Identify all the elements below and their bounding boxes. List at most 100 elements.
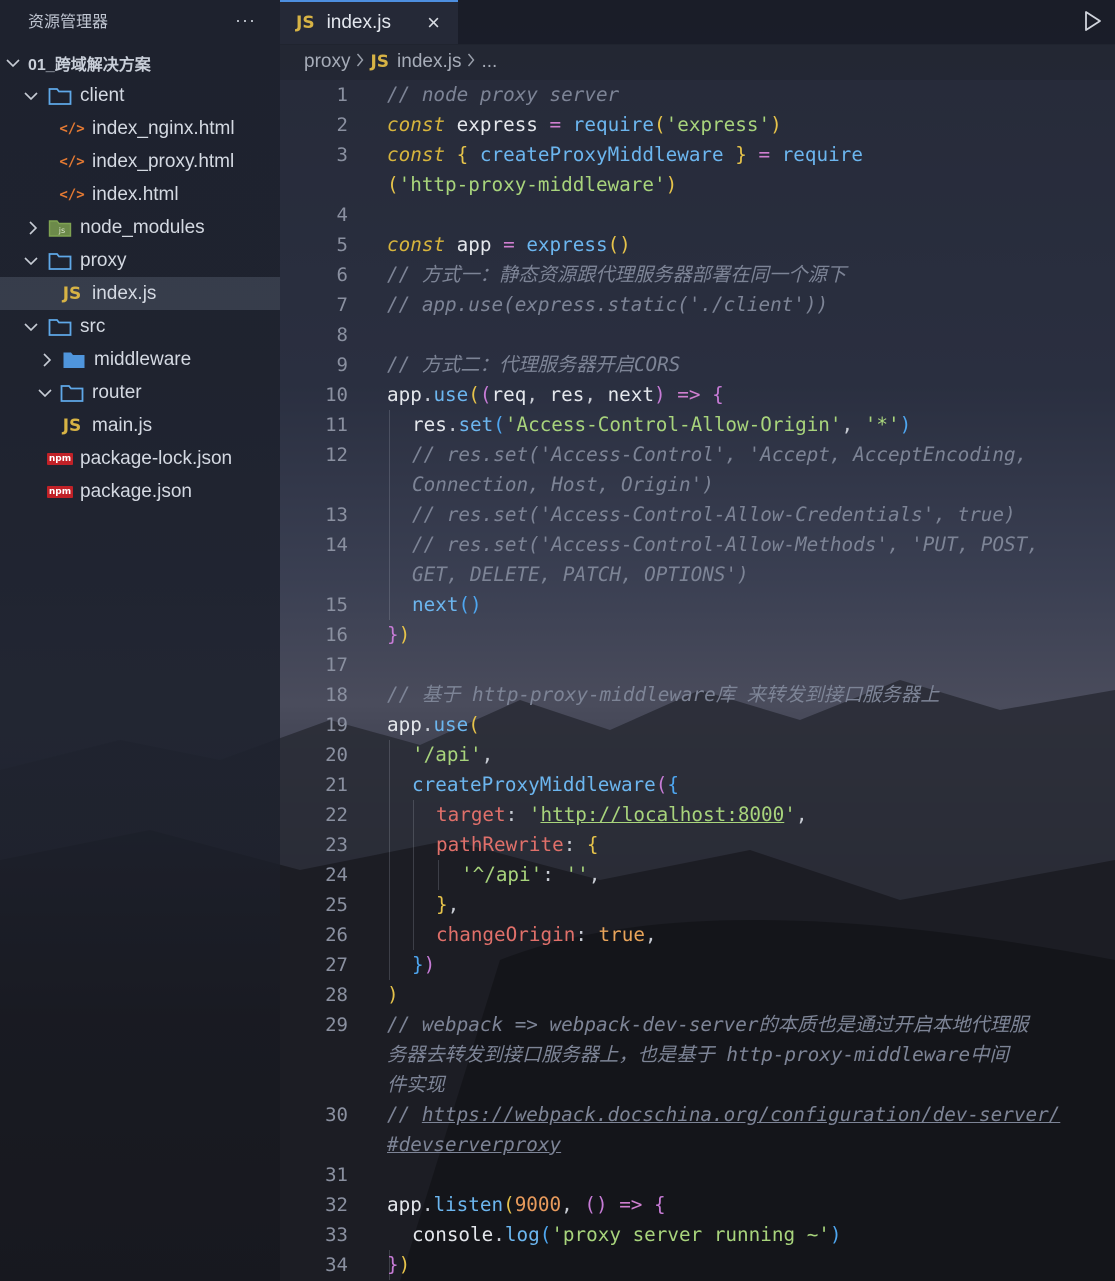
node-modules-folder-icon: js [48, 217, 72, 239]
tree-folder-node-modules[interactable]: js node_modules [0, 211, 280, 244]
code-line-wrap: #devserverproxy [387, 1130, 561, 1160]
code-line: const express = require('express') [387, 113, 782, 136]
tree-folder-src[interactable]: src [0, 310, 280, 343]
run-icon[interactable] [1083, 9, 1103, 38]
line-number: 21 [325, 774, 348, 796]
line-number: 26 [325, 924, 348, 946]
folder-open-icon [48, 316, 72, 338]
code-line: res.set('Access-Control-Allow-Origin', '… [412, 413, 912, 436]
line-number: 29 [325, 1014, 348, 1036]
code-line: }) [387, 623, 411, 646]
close-icon[interactable]: × [427, 10, 440, 36]
code-editor[interactable]: 1 2 3 4 5 6 7 8 9 10 11 12 13 14 15 16 1… [280, 80, 1115, 1281]
tree-file-main-js[interactable]: JS main.js [0, 409, 280, 442]
webpack-docs-link: https://webpack.docschina.org/configurat… [421, 1103, 1061, 1126]
code-line: app.listen(9000, () => { [387, 1193, 666, 1216]
explorer-header: 资源管理器 ··· [0, 0, 280, 40]
line-number: 27 [325, 954, 348, 976]
breadcrumb: proxy JS index.js ... [280, 44, 1115, 80]
npm-icon: npm [46, 452, 74, 465]
tab-label: index.js [326, 12, 391, 33]
code-line-wrap: Connection, Host, Origin') [412, 473, 714, 496]
line-number: 4 [336, 204, 348, 226]
folder-open-icon [48, 250, 72, 272]
line-number: 13 [325, 504, 348, 526]
code-line: }, [436, 893, 460, 916]
indent-guide [413, 800, 414, 950]
code-line: createProxyMiddleware({ [412, 773, 679, 796]
tree-item-label: router [92, 381, 142, 403]
chevron-down-icon [22, 91, 40, 101]
code-line: // https://webpack.docschina.org/configu… [387, 1103, 1061, 1126]
code-line: ) [387, 983, 399, 1006]
indent-guide [389, 410, 390, 620]
chevron-right-icon [467, 53, 475, 72]
code-line: pathRewrite: { [436, 833, 599, 856]
tree-file-package-json[interactable]: npm package.json [0, 475, 280, 508]
tree-folder-middleware[interactable]: middleware [0, 343, 280, 376]
code-line: }) [387, 1253, 411, 1276]
tree-item-label: index_nginx.html [92, 117, 235, 139]
code-line-wrap: 务器去转发到接口服务器上，也是基于 http-proxy-middleware中… [387, 1043, 1009, 1066]
tree-root-folder[interactable]: 01_跨域解决方案 [0, 46, 280, 79]
npm-icon: npm [46, 485, 74, 498]
line-number: 14 [325, 534, 348, 556]
tree-file-index-nginx[interactable]: </> index_nginx.html [0, 112, 280, 145]
tree-item-label: 01_跨域解决方案 [28, 56, 151, 74]
tree-file-index-js[interactable]: JS index.js [0, 277, 280, 310]
line-number: 33 [325, 1224, 348, 1246]
breadcrumb-file[interactable]: index.js [397, 51, 461, 73]
breadcrumb-more[interactable]: ... [481, 51, 497, 73]
tree-file-index-html[interactable]: </> index.html [0, 178, 280, 211]
tree-folder-router[interactable]: router [0, 376, 280, 409]
folder-open-icon [48, 85, 72, 107]
code-line: '/api', [412, 743, 494, 766]
line-number: 17 [325, 654, 348, 676]
line-number: 12 [325, 444, 348, 466]
line-number: 2 [336, 114, 348, 136]
chevron-down-icon [22, 322, 40, 332]
explorer-sidebar: 资源管理器 ··· 01_跨域解决方案 client </> index_ngi… [0, 0, 280, 1281]
code-line-wrap: GET, DELETE, PATCH, OPTIONS') [412, 563, 749, 586]
line-number: 24 [325, 864, 348, 886]
line-number: 10 [325, 384, 348, 406]
code-line-wrap: ('http-proxy-middleware') [387, 173, 678, 196]
line-number: 23 [325, 834, 348, 856]
code-line: app.use( [387, 713, 480, 736]
js-file-icon: JS [296, 13, 315, 33]
js-file-icon: JS [62, 415, 82, 436]
html-file-icon: </> [59, 186, 85, 203]
code-line: next() [412, 593, 482, 616]
line-number: 25 [325, 894, 348, 916]
code-line: // res.set('Access-Control-Allow-Credent… [412, 503, 1016, 526]
tree-folder-client[interactable]: client [0, 79, 280, 112]
code-line: console.log('proxy server running ~') [412, 1223, 842, 1246]
line-number: 30 [325, 1104, 348, 1126]
tree-item-label: index.js [92, 282, 157, 304]
indent-guide [438, 860, 439, 890]
tree-item-label: node_modules [80, 216, 205, 238]
chevron-right-icon [38, 352, 56, 367]
tree-folder-proxy[interactable]: proxy [0, 244, 280, 277]
tree-file-index-proxy[interactable]: </> index_proxy.html [0, 145, 280, 178]
tree-file-package-lock[interactable]: npm package-lock.json [0, 442, 280, 475]
line-number: 1 [336, 84, 348, 106]
line-number: 15 [325, 594, 348, 616]
code-line: // node proxy server [387, 83, 620, 106]
chevron-down-icon [4, 58, 22, 68]
code-line: const { createProxyMiddleware } = requir… [387, 143, 863, 166]
webpack-docs-link: #devserverproxy [387, 1133, 562, 1156]
line-number: 28 [325, 984, 348, 1006]
more-actions-icon[interactable]: ··· [235, 10, 256, 31]
tree-item-label: middleware [94, 348, 192, 370]
line-number: 31 [325, 1164, 348, 1186]
svg-text:js: js [58, 226, 65, 235]
tab-index-js[interactable]: JS index.js × [280, 0, 458, 44]
line-number: 32 [325, 1194, 348, 1216]
tree-item-label: main.js [92, 414, 153, 436]
code-line: // 基于 http-proxy-middleware库 来转发到接口服务器上 [387, 683, 940, 706]
editor-tab-bar: JS index.js × [280, 0, 1115, 45]
code-line: // res.set('Access-Control', 'Accept, Ac… [412, 443, 1028, 466]
breadcrumb-folder[interactable]: proxy [304, 51, 350, 73]
code-line-wrap: 件实现 [387, 1073, 445, 1096]
